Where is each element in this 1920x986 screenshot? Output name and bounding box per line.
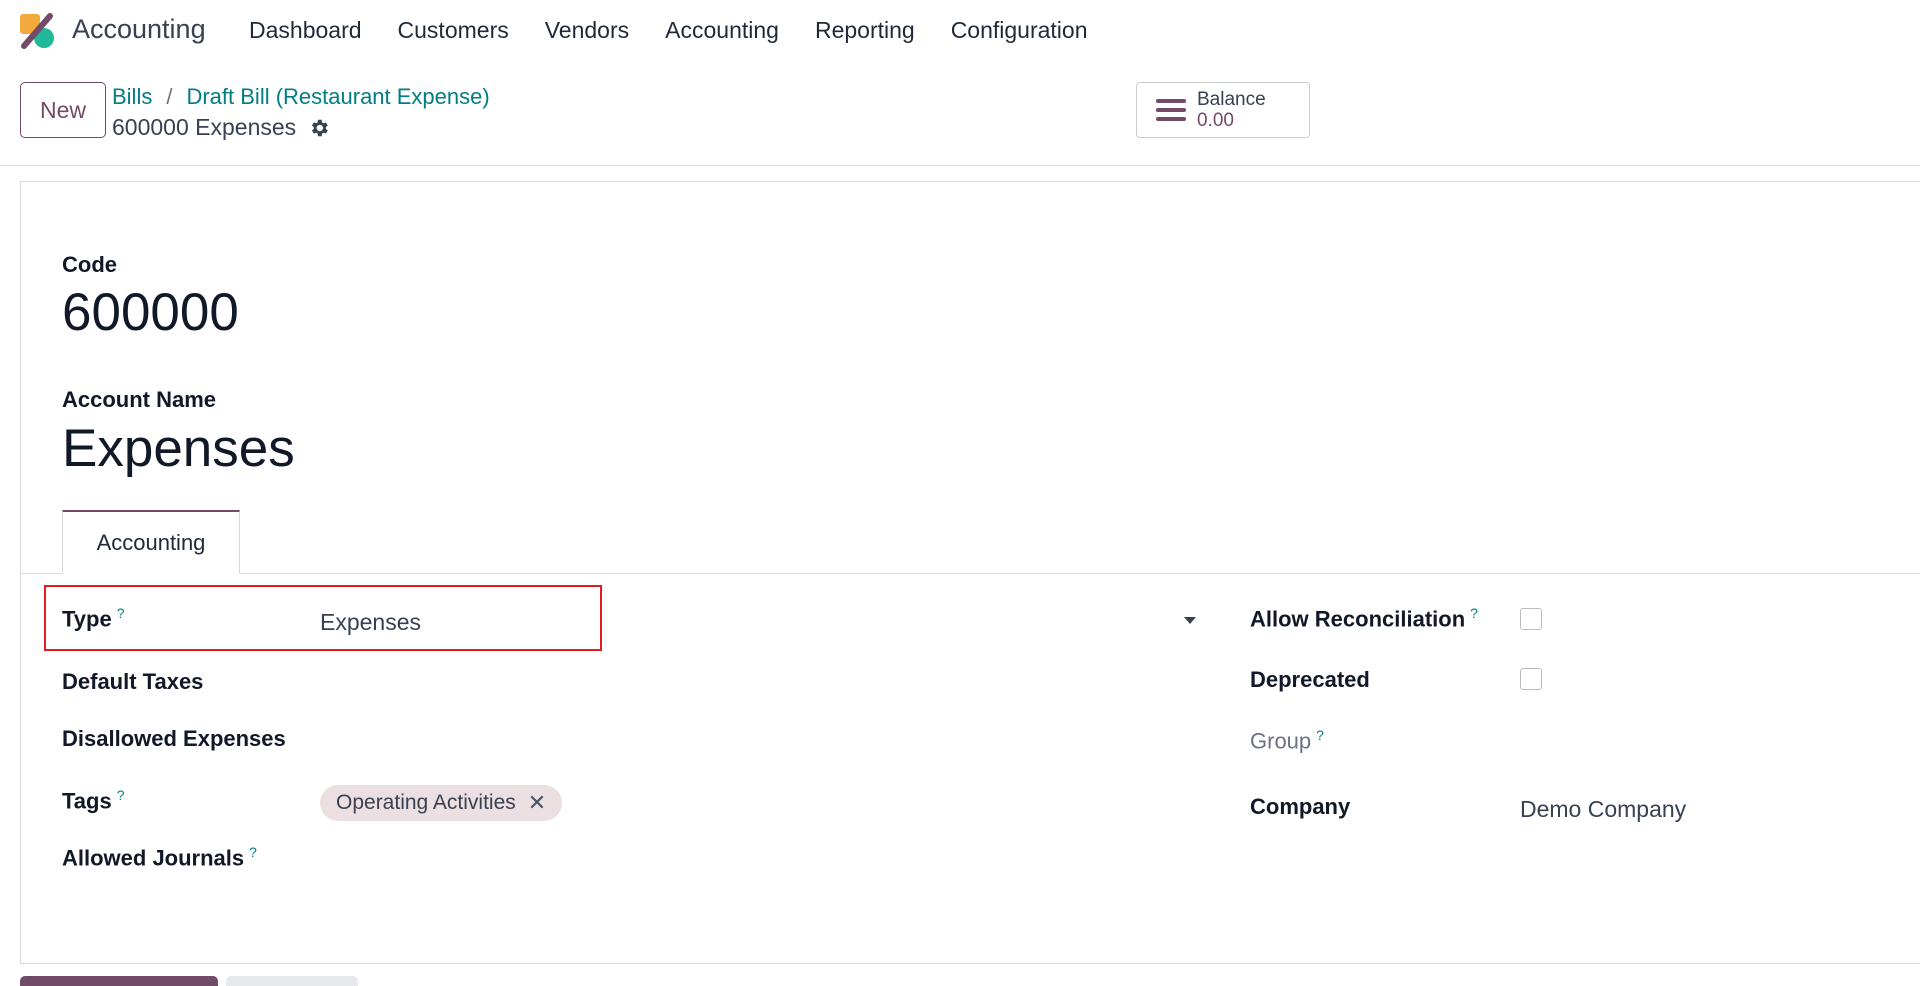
close-icon[interactable]: ✕ <box>528 790 546 816</box>
balance-text: Balance 0.00 <box>1197 90 1266 130</box>
account-name-label: Account Name <box>62 387 217 412</box>
bottom-secondary-button[interactable] <box>226 976 358 986</box>
new-button[interactable]: New <box>20 82 106 138</box>
group-label-row: Group? <box>1250 727 1324 754</box>
allowed-journals-label: Allowed Journals <box>62 845 245 871</box>
form-sheet: Code 600000 Account Name Expenses Accoun… <box>20 181 1920 964</box>
accounting-app-icon[interactable] <box>18 12 56 50</box>
group-label: Group <box>1250 728 1312 754</box>
control-panel: New Bills / Draft Bill (Restaurant Expen… <box>0 64 1920 166</box>
menu-reporting[interactable]: Reporting <box>815 17 915 44</box>
company-field[interactable]: Demo Company <box>1520 796 1686 823</box>
deprecated-checkbox[interactable] <box>1520 668 1542 690</box>
balance-value: 0.00 <box>1197 110 1234 131</box>
group-help-icon[interactable]: ? <box>1316 727 1324 743</box>
record-title: 600000 Expenses <box>112 114 297 140</box>
deprecated-label: Deprecated <box>1250 667 1370 692</box>
tabs-divider <box>21 573 1920 574</box>
breadcrumb-draft-bill[interactable]: Draft Bill (Restaurant Expense) <box>186 84 489 110</box>
type-help-icon[interactable]: ? <box>117 605 125 621</box>
list-bars-icon <box>1156 99 1186 121</box>
gear-icon[interactable] <box>308 117 330 139</box>
tag-label: Operating Activities <box>336 791 516 814</box>
allow-reconciliation-checkbox[interactable] <box>1520 608 1542 630</box>
company-label: Company <box>1250 794 1351 819</box>
top-navbar: Accounting Dashboard Customers Vendors A… <box>0 0 1920 60</box>
allow-reconciliation-help-icon[interactable]: ? <box>1470 605 1478 621</box>
tab-accounting[interactable]: Accounting <box>62 510 240 574</box>
type-select[interactable]: Expenses <box>320 609 421 636</box>
tags-label: Tags <box>62 788 112 814</box>
default-taxes-label: Default Taxes <box>62 669 204 694</box>
tags-label-row: Tags? <box>62 787 125 814</box>
breadcrumb-bills[interactable]: Bills <box>112 84 152 110</box>
bottom-primary-button[interactable] <box>20 976 218 986</box>
type-label-row: Type? <box>62 605 125 632</box>
menu-configuration[interactable]: Configuration <box>951 17 1088 44</box>
menu-accounting[interactable]: Accounting <box>665 17 779 44</box>
menu-dashboard[interactable]: Dashboard <box>249 17 362 44</box>
code-label: Code <box>62 252 117 277</box>
allowed-journals-help-icon[interactable]: ? <box>249 844 257 860</box>
allowed-journals-label-row: Allowed Journals? <box>62 844 257 871</box>
allow-reconciliation-label: Allow Reconciliation <box>1250 606 1466 632</box>
code-input[interactable]: 600000 <box>62 282 239 343</box>
tag-operating-activities: Operating Activities ✕ <box>320 785 563 821</box>
balance-label: Balance <box>1197 89 1266 110</box>
caret-down-icon[interactable] <box>1183 616 1197 626</box>
main-menu: Dashboard Customers Vendors Accounting R… <box>249 17 1124 44</box>
menu-vendors[interactable]: Vendors <box>545 17 629 44</box>
account-name-input[interactable]: Expenses <box>62 418 295 479</box>
app-name[interactable]: Accounting <box>72 14 206 45</box>
tags-help-icon[interactable]: ? <box>117 787 125 803</box>
breadcrumb-separator: / <box>166 84 173 109</box>
balance-smart-button[interactable]: Balance 0.00 <box>1136 82 1310 138</box>
record-title-row: 600000 Expenses <box>112 114 330 141</box>
breadcrumb: Bills / Draft Bill (Restaurant Expense) <box>112 84 490 110</box>
type-label: Type <box>62 606 112 632</box>
menu-customers[interactable]: Customers <box>398 17 509 44</box>
allow-reconciliation-label-row: Allow Reconciliation? <box>1250 605 1478 632</box>
disallowed-expenses-label: Disallowed Expenses <box>62 726 286 751</box>
